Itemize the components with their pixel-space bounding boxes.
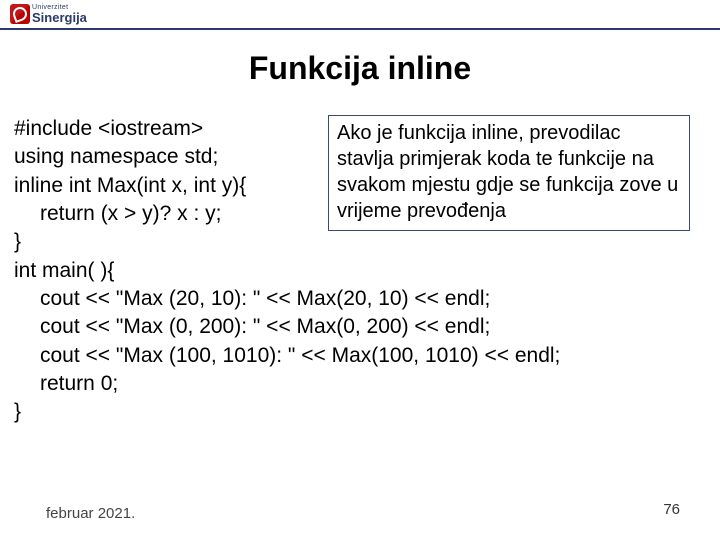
footer-page-number: 76 <box>663 501 680 518</box>
code-line: cout << "Max (0, 200): " << Max(0, 200) … <box>14 313 706 341</box>
code-line: return 0; <box>14 370 706 398</box>
slide-title: Funkcija inline <box>0 50 720 87</box>
header-divider <box>0 28 720 30</box>
code-line: #include <iostream> <box>14 115 324 143</box>
logo-icon <box>10 4 30 24</box>
code-line: inline int Max(int x, int y){ <box>14 172 324 200</box>
logo-name: Sinergija <box>32 11 87 24</box>
code-line: cout << "Max (20, 10): " << Max(20, 10) … <box>14 285 706 313</box>
code-line: cout << "Max (100, 1010): " << Max(100, … <box>14 342 706 370</box>
code-line: int main( ){ <box>14 257 706 285</box>
code-line: return (x > y)? x : y; <box>14 200 324 228</box>
code-line: } <box>14 228 324 256</box>
code-block-bottom: int main( ){ cout << "Max (20, 10): " <<… <box>14 257 706 427</box>
callout-box: Ako je funkcija inline, prevodilac stavl… <box>328 115 690 231</box>
footer-date: februar 2021. <box>46 505 135 522</box>
code-line: using namespace std; <box>14 143 324 171</box>
slide-content: #include <iostream> using namespace std;… <box>14 115 706 427</box>
code-block-top: #include <iostream> using namespace std;… <box>14 115 324 257</box>
logo: Univerzitet Sinergija <box>10 4 87 24</box>
code-line: } <box>14 398 706 426</box>
